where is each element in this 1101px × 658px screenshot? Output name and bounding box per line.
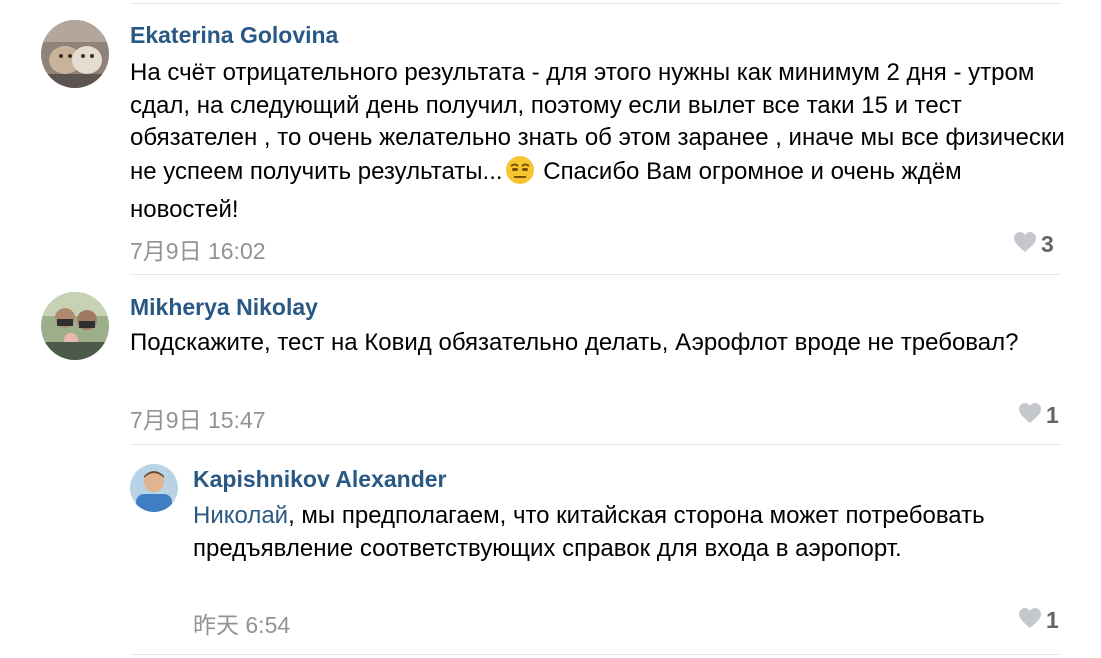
heart-icon — [1018, 402, 1042, 429]
heart-icon — [1018, 607, 1042, 634]
comment-divider — [130, 654, 1061, 655]
comment-text: Подскажите, тест на Ковид обязательно де… — [130, 329, 1019, 356]
like-count: 1 — [1046, 402, 1059, 428]
like-button[interactable]: 1 — [1018, 607, 1059, 634]
avatar[interactable] — [41, 20, 109, 88]
like-button[interactable]: 1 — [1018, 402, 1059, 429]
avatar[interactable] — [41, 292, 109, 360]
worried-face-emoji — [503, 155, 537, 195]
heart-icon — [1013, 231, 1037, 258]
mention-link[interactable]: Николай — [193, 502, 288, 529]
comment-text: Николай, мы предполагаем, что китайская … — [193, 500, 1053, 565]
comment-divider — [130, 274, 1061, 275]
like-count: 3 — [1041, 231, 1054, 257]
comment-date[interactable]: 7月9日 16:02 — [130, 232, 266, 266]
author-name[interactable]: Kapishnikov Alexander — [193, 466, 447, 493]
author-name[interactable]: Mikherya Nikolay — [130, 294, 318, 321]
comment-text: На счёт отрицательного результата - для … — [130, 57, 1070, 227]
like-button[interactable]: 3 — [1013, 231, 1054, 258]
avatar[interactable] — [130, 464, 178, 512]
like-count: 1 — [1046, 607, 1059, 633]
author-name[interactable]: Ekaterina Golovina — [130, 22, 338, 49]
comment-text-part: , мы предполагаем, что китайская сторона… — [193, 502, 985, 562]
comment-divider — [130, 444, 1061, 445]
comment-date[interactable]: 7月9日 15:47 — [130, 401, 266, 435]
top-divider — [130, 3, 1061, 4]
comment-date[interactable]: 昨天 6:54 — [193, 606, 290, 640]
